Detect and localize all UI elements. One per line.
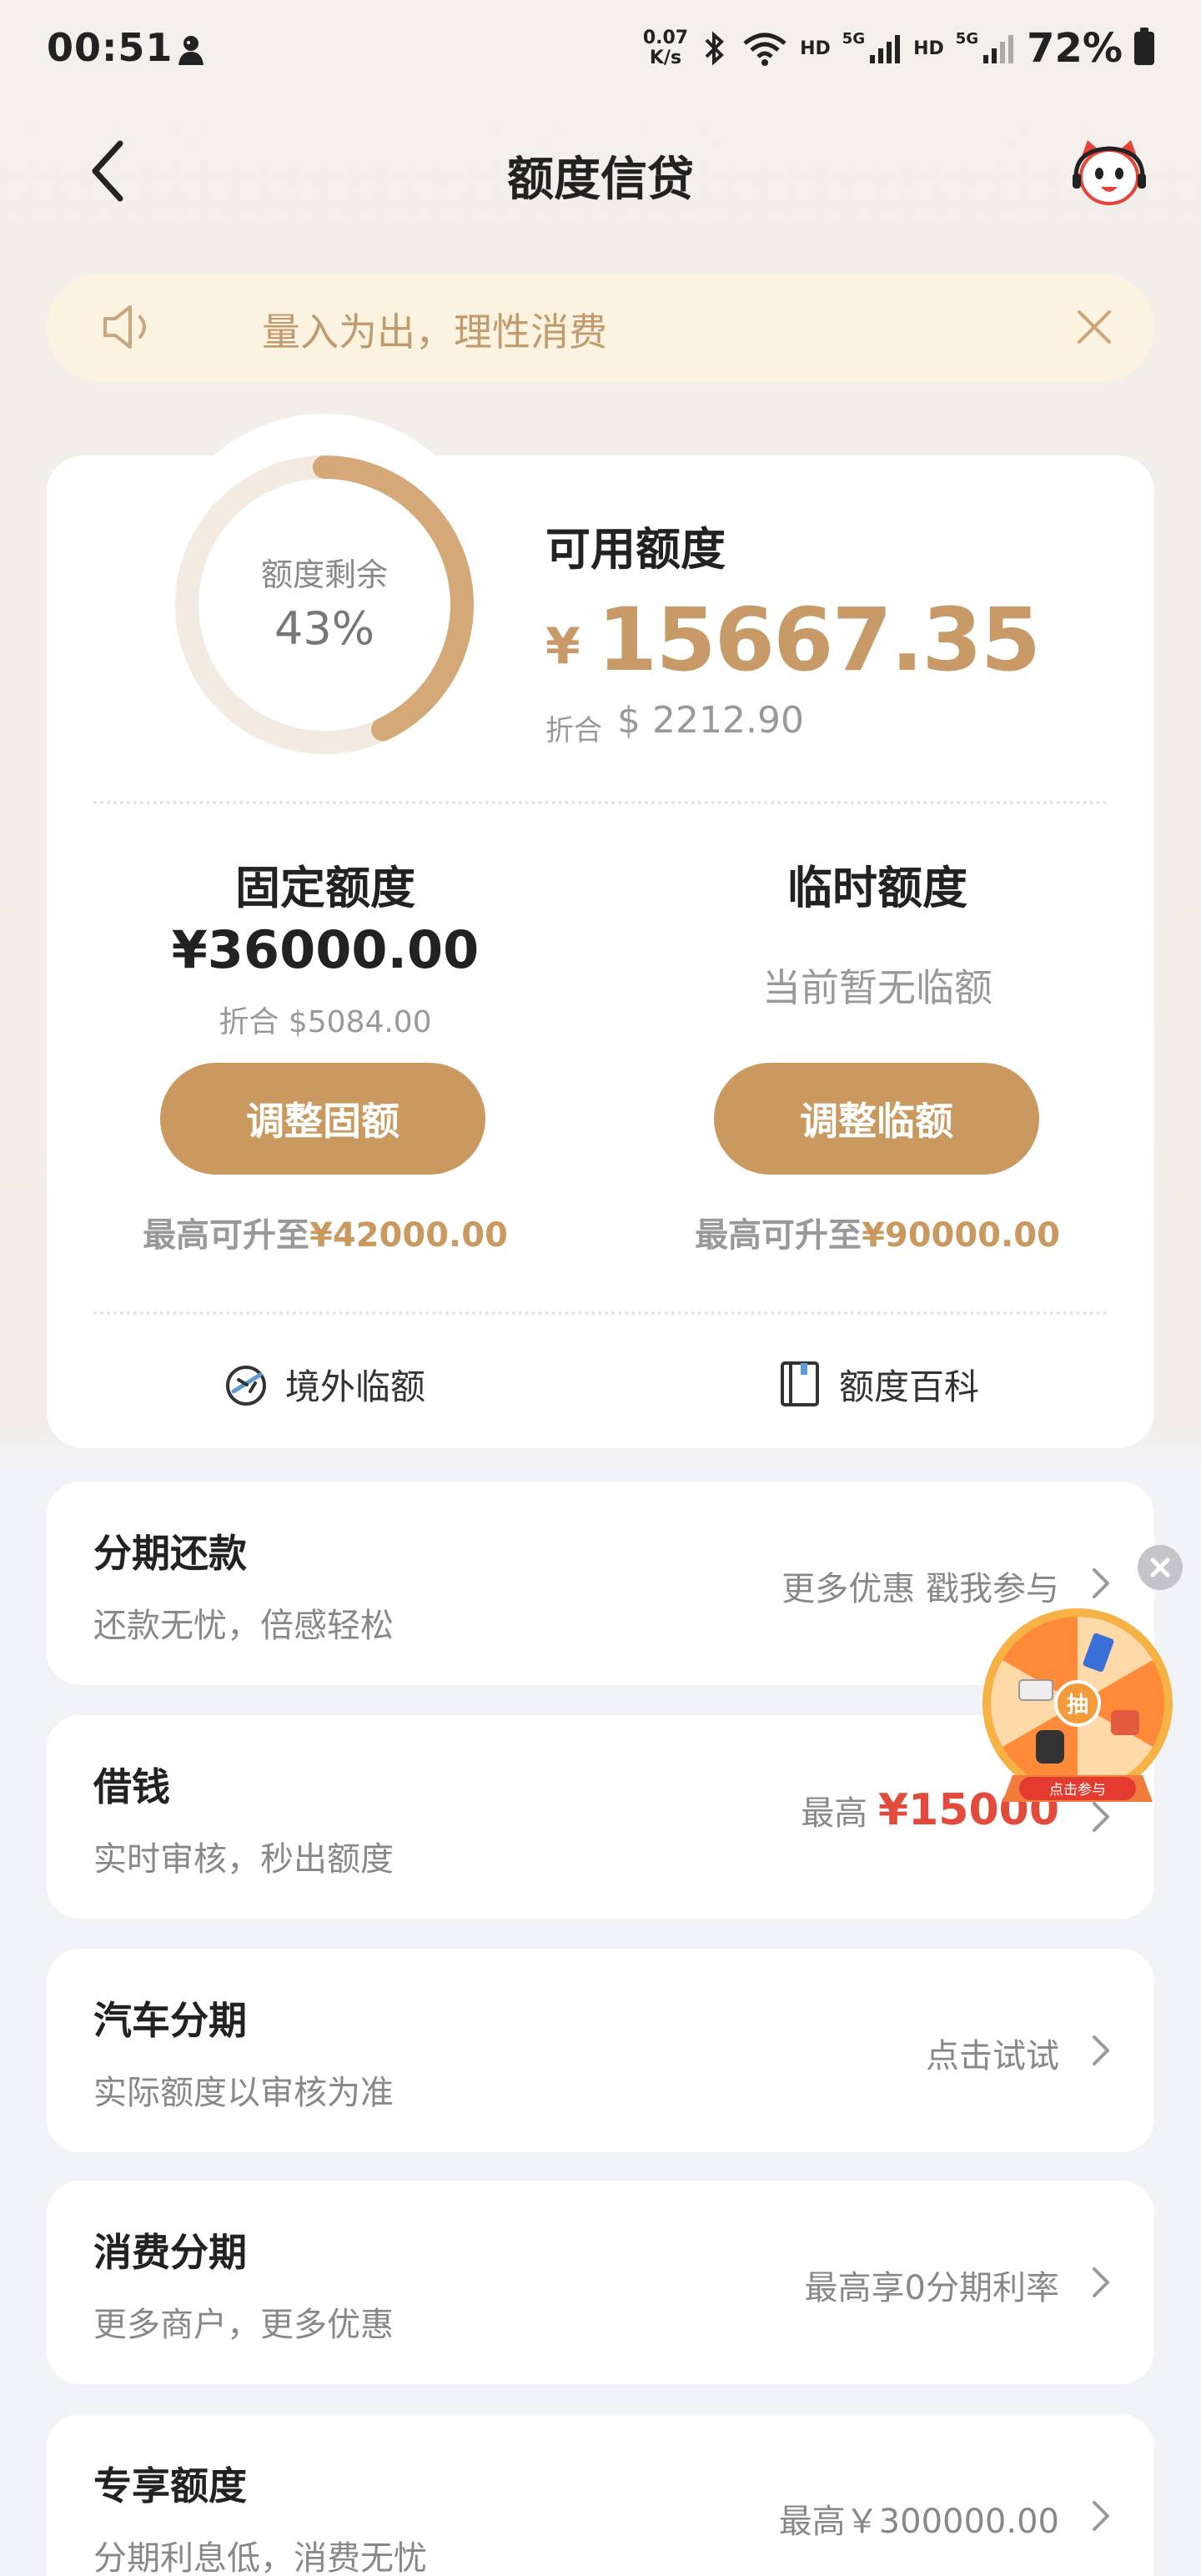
converted-label: 折合 [545,714,602,747]
item-subtitle: 还款无忧，倍感轻松 [93,1607,394,1645]
network-speed: 0.07 K/s [642,28,689,68]
overseas-temp-link[interactable]: 境外临额 [222,1355,425,1413]
page-title: 额度信贷 [507,153,694,207]
plane-globe-icon [226,1366,266,1406]
hd-label-2: HD [913,38,944,59]
available-currency-symbol: ¥ [545,617,580,676]
item-right-text: 最高￥300000.00 [778,2503,1059,2541]
item-title: 消费分期 [93,2230,247,2275]
close-icon[interactable] [1073,305,1116,349]
wheel-center-text: 抽 [1067,1693,1088,1718]
customer-service-avatar-icon[interactable] [1069,133,1149,214]
fixed-max-prefix: 最高可升至 [143,1216,310,1255]
item-right-prefix: 最高 [801,1794,868,1833]
item-subtitle: 实际额度以审核为准 [93,2074,394,2112]
speaker-icon [103,305,146,349]
network-5g-label-1: 5G [842,29,866,48]
temp-credit-title: 临时额度 [787,862,967,914]
overseas-temp-label: 境外临额 [285,1366,426,1407]
item-title: 借钱 [93,1764,170,1809]
item-subtitle: 实时审核，秒出额度 [93,1840,394,1879]
ring-label: 额度剩余 [260,556,388,593]
battery-percent: 72% [1027,25,1123,72]
wheel-button-text: 点击参与 [1049,1782,1106,1799]
chevron-right-icon [1093,1568,1109,1598]
floating-close-icon[interactable] [1138,1545,1183,1590]
notification-icon [178,36,204,65]
item-title: 分期还款 [93,1531,247,1576]
chevron-right-icon [1093,2267,1109,2297]
available-credit-title: 可用额度 [545,523,726,576]
temp-max-value: ¥90000.00 [862,1216,1060,1255]
lucky-wheel-widget[interactable]: 抽 点击参与 [977,1605,1178,1822]
item-right-text: 点击试试 [926,2037,1059,2075]
temp-credit-status: 当前暂无临额 [762,965,992,1010]
fixed-max-line: 最高可升至¥42000.00 [75,1208,575,1256]
credit-wiki-link[interactable]: 额度百科 [776,1355,979,1413]
network-5g-label-2: 5G [955,29,979,48]
divider-dotted [93,801,1108,804]
item-subtitle: 更多商户，更多优惠 [93,2306,394,2344]
temp-max-line: 最高可升至¥90000.00 [627,1208,1128,1256]
adjust-fixed-button[interactable]: 调整固额 [160,1063,485,1175]
hd-label-1: HD [800,38,831,59]
credit-wiki-label: 额度百科 [839,1366,980,1407]
book-icon [781,1361,819,1406]
item-title: 汽车分期 [93,1998,247,2043]
signal-icon-2 [983,35,1014,63]
converted-value: $ 2212.90 [617,699,804,742]
signal-icon [870,35,901,63]
fixed-credit-title: 固定额度 [235,862,415,914]
divider-dotted-2 [93,1311,1108,1315]
status-time: 00:51 [47,25,173,70]
ring-value: 43% [274,602,375,655]
status-icons: 0.07 K/s HD 5G HD 5G 72% [643,23,1154,73]
battery-icon [1134,28,1154,65]
item-title: 专享额度 [93,2463,247,2508]
item-right-text: 最高享0分期利率 [804,2269,1059,2307]
chevron-right-icon [1093,2035,1109,2065]
chevron-right-icon [1093,2501,1109,2531]
adjust-temp-button[interactable]: 调整临额 [714,1063,1039,1175]
notice-text: 量入为出，理性消费 [262,309,607,355]
item-right-text: 更多优惠 戳我参与 [781,1570,1059,1608]
temp-max-prefix: 最高可升至 [695,1216,862,1255]
fixed-credit-converted: 折合 $5084.00 [219,1005,432,1039]
available-credit-amount: 15667.35 [597,589,1041,691]
fixed-credit-amount: ¥36000.00 [171,919,480,980]
item-subtitle: 分期利息低，消费无忧 [93,2539,427,2576]
bluetooth-icon [705,31,725,66]
fixed-max-value: ¥42000.00 [309,1216,508,1255]
wifi-icon [743,33,786,66]
